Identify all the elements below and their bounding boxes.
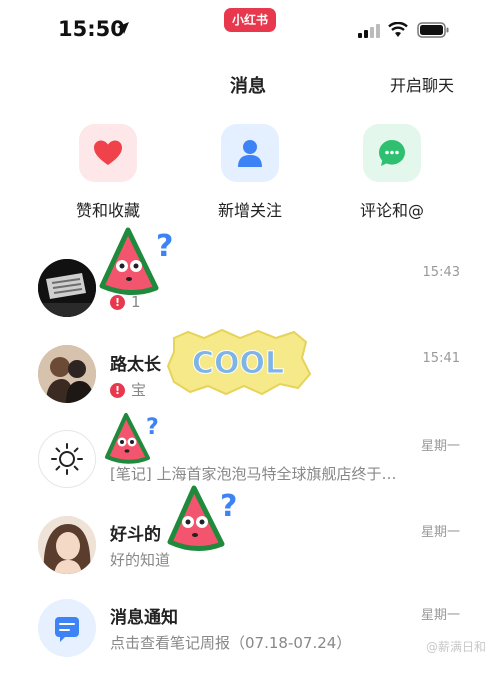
message-title: 好斗的 [110, 525, 161, 545]
status-time: 15:50 [58, 17, 125, 41]
signal-icon [358, 24, 380, 38]
followers-label: 新增关注 [217, 201, 282, 220]
message-time: 15:41 [422, 351, 460, 366]
message-title: 消息通知 [110, 608, 178, 628]
avatar [38, 345, 96, 403]
message-preview: ! 宝 [110, 379, 146, 400]
likes-and-collects-button[interactable]: 赞和收藏 [58, 124, 158, 221]
message-notification-icon [55, 617, 79, 642]
message-row[interactable]: ! 1 15:43 [0, 242, 500, 332]
app-badge: 小红书 [224, 8, 276, 32]
comment-icon [379, 140, 405, 166]
comments-label: 评论和@ [359, 201, 424, 220]
start-chat-button[interactable]: 开启聊天 [390, 72, 454, 96]
page-title: 消息 [230, 76, 266, 97]
message-time: 星期一 [420, 525, 460, 540]
message-title: 路太长 [110, 355, 161, 375]
avatar-image [38, 516, 96, 574]
likes-icon-tile [79, 124, 137, 182]
sun-icon [51, 443, 83, 475]
message-time: 星期一 [420, 439, 460, 454]
new-followers-button[interactable]: 新增关注 [200, 124, 300, 221]
message-time: 星期一 [420, 608, 460, 623]
location-arrow-icon [117, 22, 129, 34]
avatar-image [38, 345, 96, 403]
comments-icon-tile [363, 124, 421, 182]
watermelon-sticker: ? [99, 227, 173, 295]
comments-and-mentions-button[interactable]: 评论和@ [342, 124, 442, 221]
avatar [38, 259, 96, 317]
message-row-notifications[interactable]: 消息通知 点击查看笔记周报（07.18-07.24） 星期一 [0, 589, 500, 679]
watermelon-sticker: ? [167, 485, 237, 551]
followers-icon-tile [221, 124, 279, 182]
message-preview: 好的知道 [110, 551, 171, 569]
watermark: @薪满日和 [425, 640, 486, 654]
avatar-image [38, 259, 96, 317]
alert-icon: ! [110, 383, 125, 398]
cool-sticker: COOL [166, 328, 312, 396]
heart-icon [94, 140, 122, 165]
message-row[interactable]: 好斗的 好的知道 星期一 [0, 502, 500, 592]
avatar [38, 599, 96, 657]
message-time: 15:43 [422, 265, 460, 280]
watermelon-sticker: ? [105, 413, 159, 464]
svg-text:?: ? [220, 489, 237, 524]
svg-text:?: ? [156, 229, 173, 264]
svg-text:?: ? [146, 415, 159, 440]
status-bar: 15:50 小红书 [0, 0, 500, 60]
avatar [38, 516, 96, 574]
avatar [38, 430, 96, 488]
message-preview: 点击查看笔记周报（07.18-07.24） [110, 634, 352, 652]
cool-text: COOL [192, 346, 284, 381]
message-row[interactable]: [笔记] 上海首家泡泡马特全球旗舰店终于… 星期一 [0, 415, 500, 505]
wifi-icon [388, 22, 408, 37]
person-icon [238, 140, 262, 167]
likes-label: 赞和收藏 [75, 201, 140, 220]
preview-text: 宝 [131, 381, 147, 399]
battery-icon [417, 22, 449, 38]
